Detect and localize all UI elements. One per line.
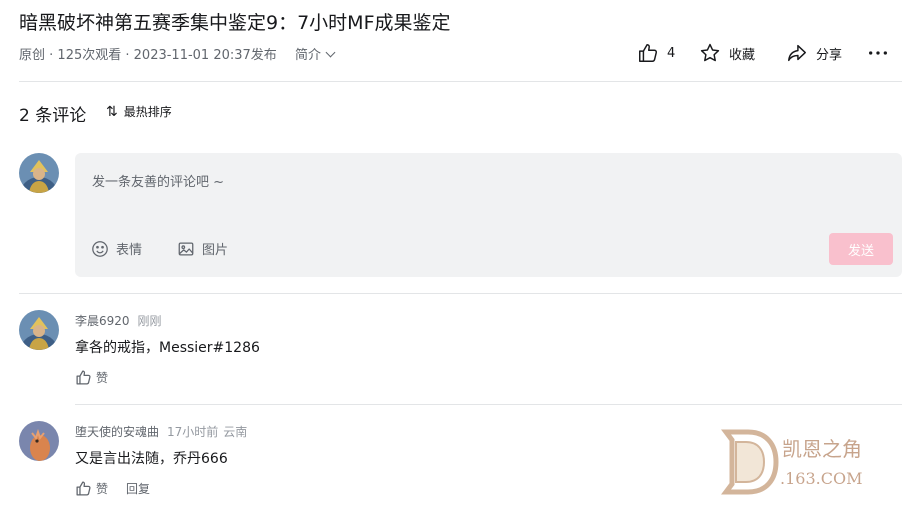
comment-header: 李晨6920 刚刚 — [75, 312, 162, 329]
more-button[interactable] — [867, 42, 889, 64]
share-label: 分享 — [816, 47, 843, 63]
comment-divider — [19, 293, 902, 294]
emoji-button[interactable]: 表情 — [91, 239, 142, 258]
comment-location: 云南 — [223, 425, 248, 439]
chevron-down-icon — [325, 47, 336, 58]
comment-like-button[interactable]: 赞 — [75, 369, 108, 386]
comment-like-label: 赞 — [96, 482, 109, 496]
send-button[interactable]: 发送 — [829, 233, 893, 265]
avatar[interactable] — [19, 421, 59, 461]
comment-time: 17小时前 — [167, 425, 219, 439]
avatar[interactable] — [19, 153, 59, 193]
image-button[interactable]: 图片 — [177, 239, 228, 258]
intro-toggle[interactable]: 简介 — [294, 47, 336, 63]
avatar[interactable] — [19, 310, 59, 350]
comment-input-placeholder[interactable]: 发一条友善的评论吧 ~ — [92, 171, 224, 190]
video-title: 暗黑破坏神第五赛季集中鉴定9：7小时MF成果鉴定 — [19, 12, 451, 34]
like-button[interactable]: 4 — [637, 42, 675, 64]
watermark-domain: .163.COM — [780, 469, 862, 488]
sort-icon: ⇅ — [106, 103, 118, 120]
comment-like-label: 赞 — [96, 371, 109, 385]
like-count: 4 — [667, 45, 676, 61]
comment-like-button[interactable]: 赞 — [75, 480, 108, 497]
comment-actions: 赞 — [75, 369, 108, 386]
star-icon — [700, 43, 720, 62]
emoji-label: 表情 — [116, 243, 143, 258]
favorite-button[interactable]: 收藏 — [699, 42, 755, 64]
comment-count: 2 条评论 — [19, 106, 87, 126]
comment-username[interactable]: 堕天使的安魂曲 — [75, 425, 159, 439]
original-tag: 原创 — [19, 48, 46, 63]
comment-time: 刚刚 — [137, 314, 162, 328]
comment-divider — [75, 404, 902, 405]
view-count: 125次观看 — [57, 48, 122, 63]
image-icon — [178, 242, 194, 255]
comment-header: 堕天使的安魂曲 17小时前 云南 — [75, 423, 247, 440]
image-label: 图片 — [202, 243, 229, 258]
intro-label: 简介 — [294, 48, 321, 63]
thumbs-up-icon — [76, 481, 91, 496]
watermark-logo: 凯恩之角 .163.COM — [712, 418, 892, 506]
comment-text: 拿各的戒指，Messier#1286 — [75, 340, 260, 356]
comment-reply-button[interactable]: 回复 — [126, 480, 150, 497]
sort-label: 最热排序 — [123, 105, 172, 119]
video-meta: 原创 · 125次观看 · 2023-11-01 20:37发布 简介 — [19, 44, 336, 63]
sort-toggle[interactable]: ⇅ 最热排序 — [106, 103, 172, 120]
share-icon — [788, 44, 806, 62]
emoji-icon — [92, 240, 108, 257]
publish-time: 2023-11-01 20:37发布 — [133, 48, 277, 63]
favorite-label: 收藏 — [729, 47, 756, 63]
share-button[interactable]: 分享 — [786, 42, 842, 64]
watermark-title: 凯恩之角 — [782, 437, 862, 461]
comment-actions: 赞 回复 — [75, 480, 150, 497]
header-divider — [19, 81, 902, 82]
comment-editor[interactable]: 发一条友善的评论吧 ~ 表情 图片 发送 — [75, 153, 902, 277]
more-icon — [869, 51, 887, 55]
comment-text: 又是言出法随，乔丹666 — [75, 451, 228, 467]
thumbs-up-icon — [639, 44, 658, 62]
comment-username[interactable]: 李晨6920 — [75, 314, 130, 328]
thumbs-up-icon — [76, 370, 91, 385]
